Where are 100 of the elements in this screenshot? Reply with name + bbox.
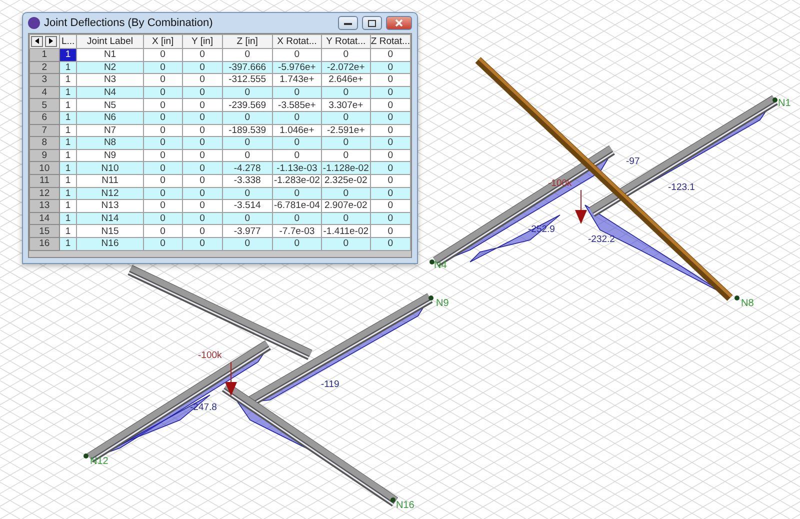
row-number[interactable]: 9 [30,149,60,162]
table-cell: 0 [321,86,370,99]
table-cell: -7.7e-03 [272,224,322,238]
table-cell: 2.907e-02 [321,200,370,212]
moment-value: -119 [321,379,340,390]
table-cell: 0 [182,187,222,200]
moment-value: -232.2 [588,234,615,245]
table-cell: 0 [370,124,410,137]
next-button[interactable] [45,36,58,47]
table-cell: -4.278 [222,162,272,174]
row-number[interactable]: 1 [30,48,60,62]
joint-dot [430,260,434,264]
table-cell: 0 [182,61,222,74]
table-cell: 0 [321,149,370,162]
table-cell: 0 [143,224,182,238]
row-number[interactable]: 13 [30,200,60,212]
load-arrow [225,362,237,396]
table-cell: -1.411e-02 [321,224,370,238]
table-cell: 0 [370,174,410,188]
table-cell: 0 [272,212,322,225]
table-cell: 0 [182,200,222,212]
right-arrow-icon [49,38,54,44]
table-cell: 0 [182,237,222,250]
table-cell: 0 [370,149,410,162]
table-cell: 0 [182,162,222,174]
row-number[interactable]: 3 [30,74,60,86]
table-cell: 0 [143,174,182,188]
row-number[interactable]: 10 [30,162,60,174]
table-cell: 0 [321,187,370,200]
load-label: -100k [198,350,222,361]
joint-dot [772,98,778,102]
column-header[interactable]: X Rotat... [272,34,322,48]
table-cell: 0 [370,98,410,112]
column-header[interactable]: Y Rotat... [321,34,370,48]
column-header[interactable]: Z Rotat... [370,34,410,48]
column-header[interactable]: Z [in] [222,34,272,48]
row-number[interactable]: 6 [30,111,60,124]
table-cell: N3 [76,74,144,86]
maximize-button[interactable] [362,16,382,30]
table-cell: 0 [182,174,222,188]
row-number[interactable]: 12 [30,187,60,200]
table-cell: -3.514 [222,200,272,212]
row-number[interactable]: 7 [30,124,60,137]
row-number[interactable]: 4 [30,86,60,99]
close-button[interactable] [386,16,412,30]
table-cell: 0 [143,74,182,86]
table-cell: 0 [143,136,182,150]
table-cell: N4 [76,86,144,99]
table-cell: 0 [321,212,370,225]
table-cell: 0 [370,200,410,212]
table-cell: 0 [222,136,272,150]
table-cell: 0 [143,111,182,124]
table-cell: 0 [182,98,222,112]
table-cell: 0 [222,149,272,162]
joint-dot [84,454,88,458]
table-cell: 0 [143,98,182,112]
table-cell: 0 [182,86,222,99]
table-cell: 0 [143,200,182,212]
table-cell: 0 [370,162,410,174]
close-icon [395,19,403,27]
table-cell: -189.539 [222,124,272,137]
node-label: N12 [90,456,108,467]
row-number[interactable]: 5 [30,98,60,112]
table-cell: 0 [272,111,322,124]
table-cell: 0 [272,237,322,250]
table-cell: N6 [76,111,144,124]
row-number[interactable]: 16 [30,237,60,250]
column-header[interactable]: Y [in] [182,34,222,48]
column-header[interactable]: Joint Label [76,34,144,48]
table-cell: 0 [222,187,272,200]
table-cell: N15 [76,224,144,238]
column-header[interactable]: X [in] [143,34,182,48]
left-arrow-icon [35,38,40,44]
table-cell: N14 [76,212,144,225]
column-header[interactable]: L... [59,34,77,48]
row-number[interactable]: 8 [30,136,60,150]
row-number[interactable]: 11 [30,174,60,188]
table-cell: -312.555 [222,74,272,86]
maximize-icon [368,20,376,26]
table-cell: -2.591e+ [321,124,370,137]
table-cell: 0 [143,212,182,225]
node-label: N16 [396,500,414,511]
table-cell: 0 [272,149,322,162]
minimize-button[interactable] [338,16,358,30]
table-cell: -1.283e-02 [272,174,322,188]
row-number[interactable]: 15 [30,224,60,238]
node-label: N1 [778,98,791,109]
moment-value: -97 [626,156,640,167]
table-cell: 0 [182,149,222,162]
table-cell: 0 [370,111,410,124]
table-cell: N8 [76,136,144,150]
joint-dot [734,296,740,300]
joint-dot [390,498,396,502]
row-number[interactable]: 14 [30,212,60,225]
table-cell: -3.977 [222,224,272,238]
table-cell: 0 [182,48,222,62]
previous-button[interactable] [31,36,44,47]
table-cell: -5.976e+ [272,61,322,74]
row-number[interactable]: 2 [30,61,60,74]
table-cell: 0 [272,48,322,62]
